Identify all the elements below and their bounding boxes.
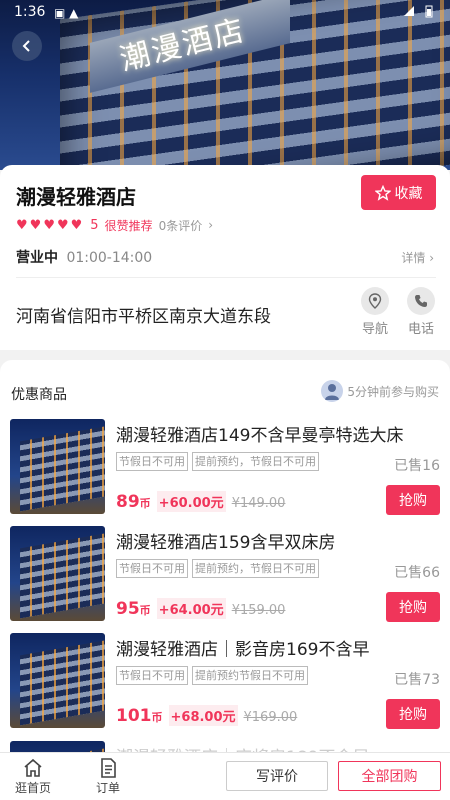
phone-button[interactable]: 电话 [401, 287, 441, 337]
all-group-deals-button[interactable]: 全部团购 [338, 761, 441, 791]
sold-count: 已售66 [394, 565, 440, 581]
deal-cash: +60.00元 [156, 491, 226, 512]
buy-button[interactable]: 抢购 [386, 485, 440, 515]
hours-value: 01:00-14:00 [66, 250, 153, 266]
recent-purchase-text: 5分钟前参与购买 [347, 384, 439, 399]
details-label: 详情 [401, 251, 426, 265]
rating-number: 5 [90, 217, 99, 233]
home-icon [8, 757, 58, 779]
deal-thumbnail [10, 633, 105, 728]
original-price: ¥159.00 [231, 603, 286, 618]
deal-tags: 节假日不可用 提前预约，节假日不可用 [116, 452, 319, 471]
deal-tag: 节假日不可用 [116, 559, 188, 578]
rating-text: 很赞推荐 [104, 218, 153, 233]
orders-nav-button[interactable]: 订单 [83, 757, 133, 796]
orders-label: 订单 [95, 781, 120, 795]
deal-title: 潮漫轻雅酒店159含早双床房 [116, 533, 336, 553]
price-row: 101币 +68.00元 ¥169.00 [116, 705, 297, 726]
heart-icon: ♥ [56, 217, 69, 233]
back-button[interactable] [12, 31, 42, 61]
favorite-button[interactable]: 收藏 [361, 175, 436, 210]
deal-price: 101币 [116, 706, 163, 726]
buy-button[interactable]: 抢购 [386, 699, 440, 729]
chevron-right-icon: › [208, 218, 214, 232]
rating-row[interactable]: ♥ ♥ ♥ ♥ ♥ 5 很赞推荐 0条评价 › [16, 216, 213, 234]
avatar [321, 380, 344, 402]
original-price: ¥169.00 [243, 710, 298, 725]
battery-icon [402, 4, 436, 22]
original-price: ¥149.00 [231, 496, 286, 511]
hotel-info-card: 潮漫轻雅酒店 收藏 ♥ ♥ ♥ ♥ ♥ 5 很赞推荐 0条评价 › 营业中 01… [0, 165, 450, 350]
bottom-bar: 逛首页 订单 写评价 全部团购 [0, 752, 450, 800]
heart-icon: ♥ [43, 217, 55, 233]
price-row: 89币 +60.00元 ¥149.00 [116, 491, 285, 512]
deal-title: 潮漫轻雅酒店｜影音房169不含早 [116, 640, 370, 660]
deal-item[interactable]: 潮漫轻雅酒店149不含早曼亭特选大床 节假日不可用 提前预约，节假日不可用 已售… [10, 419, 440, 517]
status-bar: 1:36 ▣ ▲ [0, 0, 450, 26]
chevron-right-icon: › [429, 251, 434, 265]
heart-icon: ♥ [16, 217, 28, 233]
price-row: 95币 +64.00元 ¥159.00 [116, 598, 285, 619]
divider [16, 277, 436, 278]
deal-tag: 提前预约，节假日不可用 [192, 452, 319, 471]
deal-thumbnail [10, 419, 105, 514]
notification-icons: ▣ ▲ [54, 6, 79, 20]
hotel-name: 潮漫轻雅酒店 [16, 185, 136, 209]
deal-price: 89币 [116, 492, 151, 512]
deal-price: 95币 [116, 599, 151, 619]
deal-tag: 节假日不可用 [116, 666, 188, 685]
sold-count: 已售16 [394, 458, 440, 474]
deal-tag: 提前预约节假日不可用 [192, 666, 308, 685]
deal-tags: 节假日不可用 提前预约，节假日不可用 [116, 559, 319, 578]
star-outline-icon [374, 184, 391, 201]
deal-cash: +64.00元 [156, 598, 226, 619]
home-label: 逛首页 [14, 781, 51, 795]
favorite-label: 收藏 [394, 185, 423, 202]
review-count: 0条评价 [158, 218, 203, 233]
navigation-label: 导航 [361, 322, 388, 337]
phone-label: 电话 [407, 322, 434, 337]
deal-tag: 提前预约，节假日不可用 [192, 559, 319, 578]
deal-thumbnail [10, 526, 105, 621]
deal-tag: 节假日不可用 [116, 452, 188, 471]
deal-item[interactable]: 潮漫轻雅酒店｜影音房169不含早 节假日不可用 提前预约节假日不可用 已售73 … [10, 633, 440, 731]
location-pin-icon [361, 287, 389, 315]
details-link[interactable]: 详情 › [401, 249, 434, 266]
hotel-address: 河南省信阳市平桥区南京大道东段 [16, 307, 271, 327]
sold-count: 已售73 [394, 672, 440, 688]
heart-icon: ♥ [29, 217, 42, 233]
deal-cash: +68.00元 [168, 705, 238, 726]
phone-icon [407, 287, 435, 315]
business-hours: 营业中 01:00-14:00 [16, 247, 152, 267]
home-nav-button[interactable]: 逛首页 [8, 757, 58, 796]
deal-title: 潮漫轻雅酒店149不含早曼亭特选大床 [116, 426, 404, 446]
write-review-button[interactable]: 写评价 [226, 761, 328, 791]
status-time: 1:36 [14, 4, 46, 20]
heart-icon: ♥ [70, 217, 83, 233]
deal-tags: 节假日不可用 提前预约节假日不可用 [116, 666, 308, 685]
buy-button[interactable]: 抢购 [386, 592, 440, 622]
navigation-button[interactable]: 导航 [355, 287, 395, 337]
chevron-left-icon [22, 40, 30, 52]
deals-section: 优惠商品 5分钟前参与购买 潮漫轻雅酒店149不含早曼亭特选大床 节假日不可用 … [0, 360, 450, 760]
deals-title: 优惠商品 [11, 387, 67, 403]
recent-purchase: 5分钟前参与购买 [321, 380, 439, 402]
document-icon [83, 757, 133, 779]
deal-item[interactable]: 潮漫轻雅酒店159含早双床房 节假日不可用 提前预约，节假日不可用 已售66 9… [10, 526, 440, 624]
hours-label: 营业中 [16, 250, 58, 266]
